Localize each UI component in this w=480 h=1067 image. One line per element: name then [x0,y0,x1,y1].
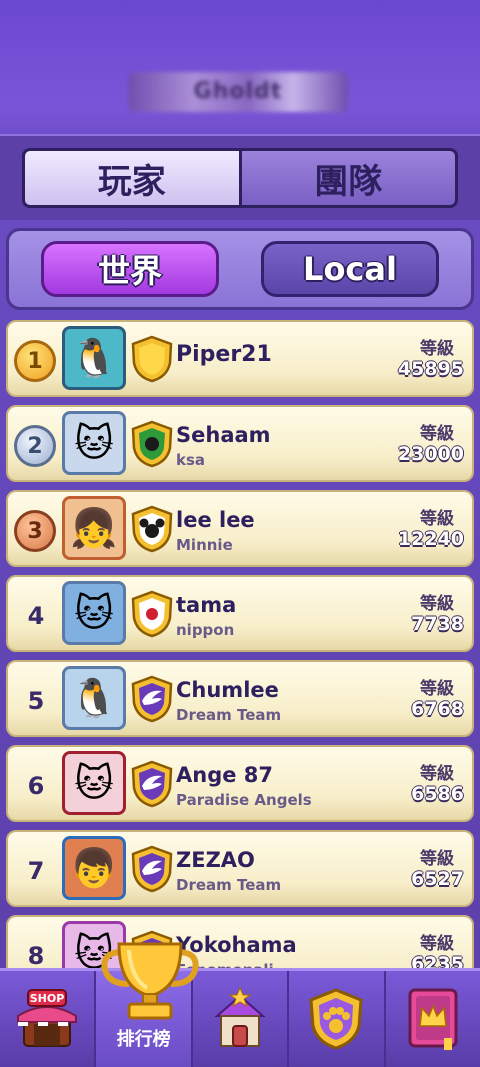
tab-players[interactable]: 玩家 [25,151,239,205]
white-cat-avatar[interactable]: 🐱 [62,411,126,475]
level-value: 45895 [397,358,464,380]
green-shield-icon[interactable] [130,420,174,468]
leaderboard-row[interactable]: 6 🐱 Ange 87 Paradise Angels 等級 6586 [6,745,474,822]
level-label: 等級 [420,594,454,614]
local-button[interactable]: Local [261,241,439,297]
rank-number: 4 [27,602,45,630]
game-logo: Gholdt [128,72,348,112]
team-name: ksa [176,451,206,469]
leaderboard-row[interactable]: 7 👦 ZEZAO Dream Team 等級 6527 [6,830,474,907]
penguin-avatar[interactable]: 🐧 [62,326,126,390]
player-name: tama [176,593,237,617]
wing-shield-icon[interactable] [130,845,174,893]
rank-number: 5 [27,687,45,715]
team-name: Paradise Angels [176,791,312,809]
level-value: 23000 [397,443,464,465]
level-value: 7738 [411,613,464,635]
nav-collection[interactable] [386,971,480,1067]
boy-avatar[interactable]: 👦 [62,836,126,900]
nav-team[interactable] [289,971,386,1067]
trophy-icon [95,938,205,1028]
paw-shield-icon [309,988,364,1050]
player-name: ZEZAO [176,848,255,872]
penguin-avatar[interactable]: 🐧 [62,666,126,730]
top-tabs-bar: 玩家 團隊 [0,134,480,220]
player-name: Piper21 [176,342,272,367]
level-label: 等級 [420,424,454,444]
wing-shield-icon[interactable] [130,675,174,723]
top-tabs: 玩家 團隊 [22,148,458,208]
white-cat-avatar[interactable]: 🐱 [62,751,126,815]
orange-cat-avatar[interactable]: 🐱 [62,581,126,645]
team-name: nippon [176,621,235,639]
header: Gholdt [0,0,480,130]
level-value: 6768 [411,698,464,720]
level-label: 等級 [420,509,454,529]
world-button[interactable]: 世界 [41,241,219,297]
wing-shield-icon[interactable] [130,760,174,808]
leaderboard-row[interactable]: 5 🐧 Chumlee Dream Team 等級 6768 [6,660,474,737]
team-name: Minnie [176,536,233,554]
level-label: 等級 [420,764,454,784]
leaderboard-row[interactable]: 4 🐱 tama nippon 等級 7738 [6,575,474,652]
japan-flag-shield-icon[interactable] [130,590,174,638]
shop-badge-text: SHOP [30,992,65,1005]
tab-teams[interactable]: 團隊 [238,151,455,205]
level-label: 等級 [420,339,454,359]
level-label: 等級 [420,849,454,869]
level-value: 6527 [411,868,464,890]
level-label: 等級 [420,679,454,699]
nav-home[interactable] [193,971,290,1067]
rank-medal-silver: 2 [14,425,56,467]
player-name: Chumlee [176,678,279,702]
rank-medal-gold: 1 [14,340,56,382]
crown-book-icon [408,988,458,1050]
leaderboard-row[interactable]: 3 👧 lee lee Minnie 等級 12240 [6,490,474,567]
team-name: Dream Team [176,876,282,894]
shop-icon: SHOP [17,989,78,1047]
rank-medal-bronze: 3 [14,510,56,552]
player-name: lee lee [176,508,255,532]
nav-leaderboard-label: 排行榜 [116,1029,171,1050]
leaderboard-row[interactable]: 1 🐧 Piper21 等級 45895 [6,320,474,397]
leaderboard-row[interactable]: 2 🐱 Sehaam ksa 等級 23000 [6,405,474,482]
level-label: 等級 [420,934,454,954]
house-icon [214,986,266,1047]
scope-panel: 世界 Local [6,228,474,310]
level-value: 6235 [411,953,464,968]
player-name: Sehaam [176,423,271,447]
team-name: Dream Team [176,706,282,724]
level-value: 6586 [411,783,464,805]
mouse-shield-icon[interactable] [130,505,174,553]
leaderboard-row[interactable]: 8 🐱 Yokohama Fenomenali 等級 6235 [6,915,474,968]
rank-number: 7 [27,857,45,885]
rank-number: 8 [27,942,45,968]
shield-plain-icon[interactable] [130,335,174,383]
level-value: 12240 [397,528,464,550]
nav-shop[interactable]: SHOP [0,971,97,1067]
girl-avatar[interactable]: 👧 [62,496,126,560]
bottom-nav: SHOP 排行榜 [0,968,480,1067]
player-name: Ange 87 [176,763,274,787]
rank-number: 6 [27,772,45,800]
leaderboard-list[interactable]: 1 🐧 Piper21 等級 45895 2 🐱 Sehaam ksa 等級 2… [0,318,480,968]
